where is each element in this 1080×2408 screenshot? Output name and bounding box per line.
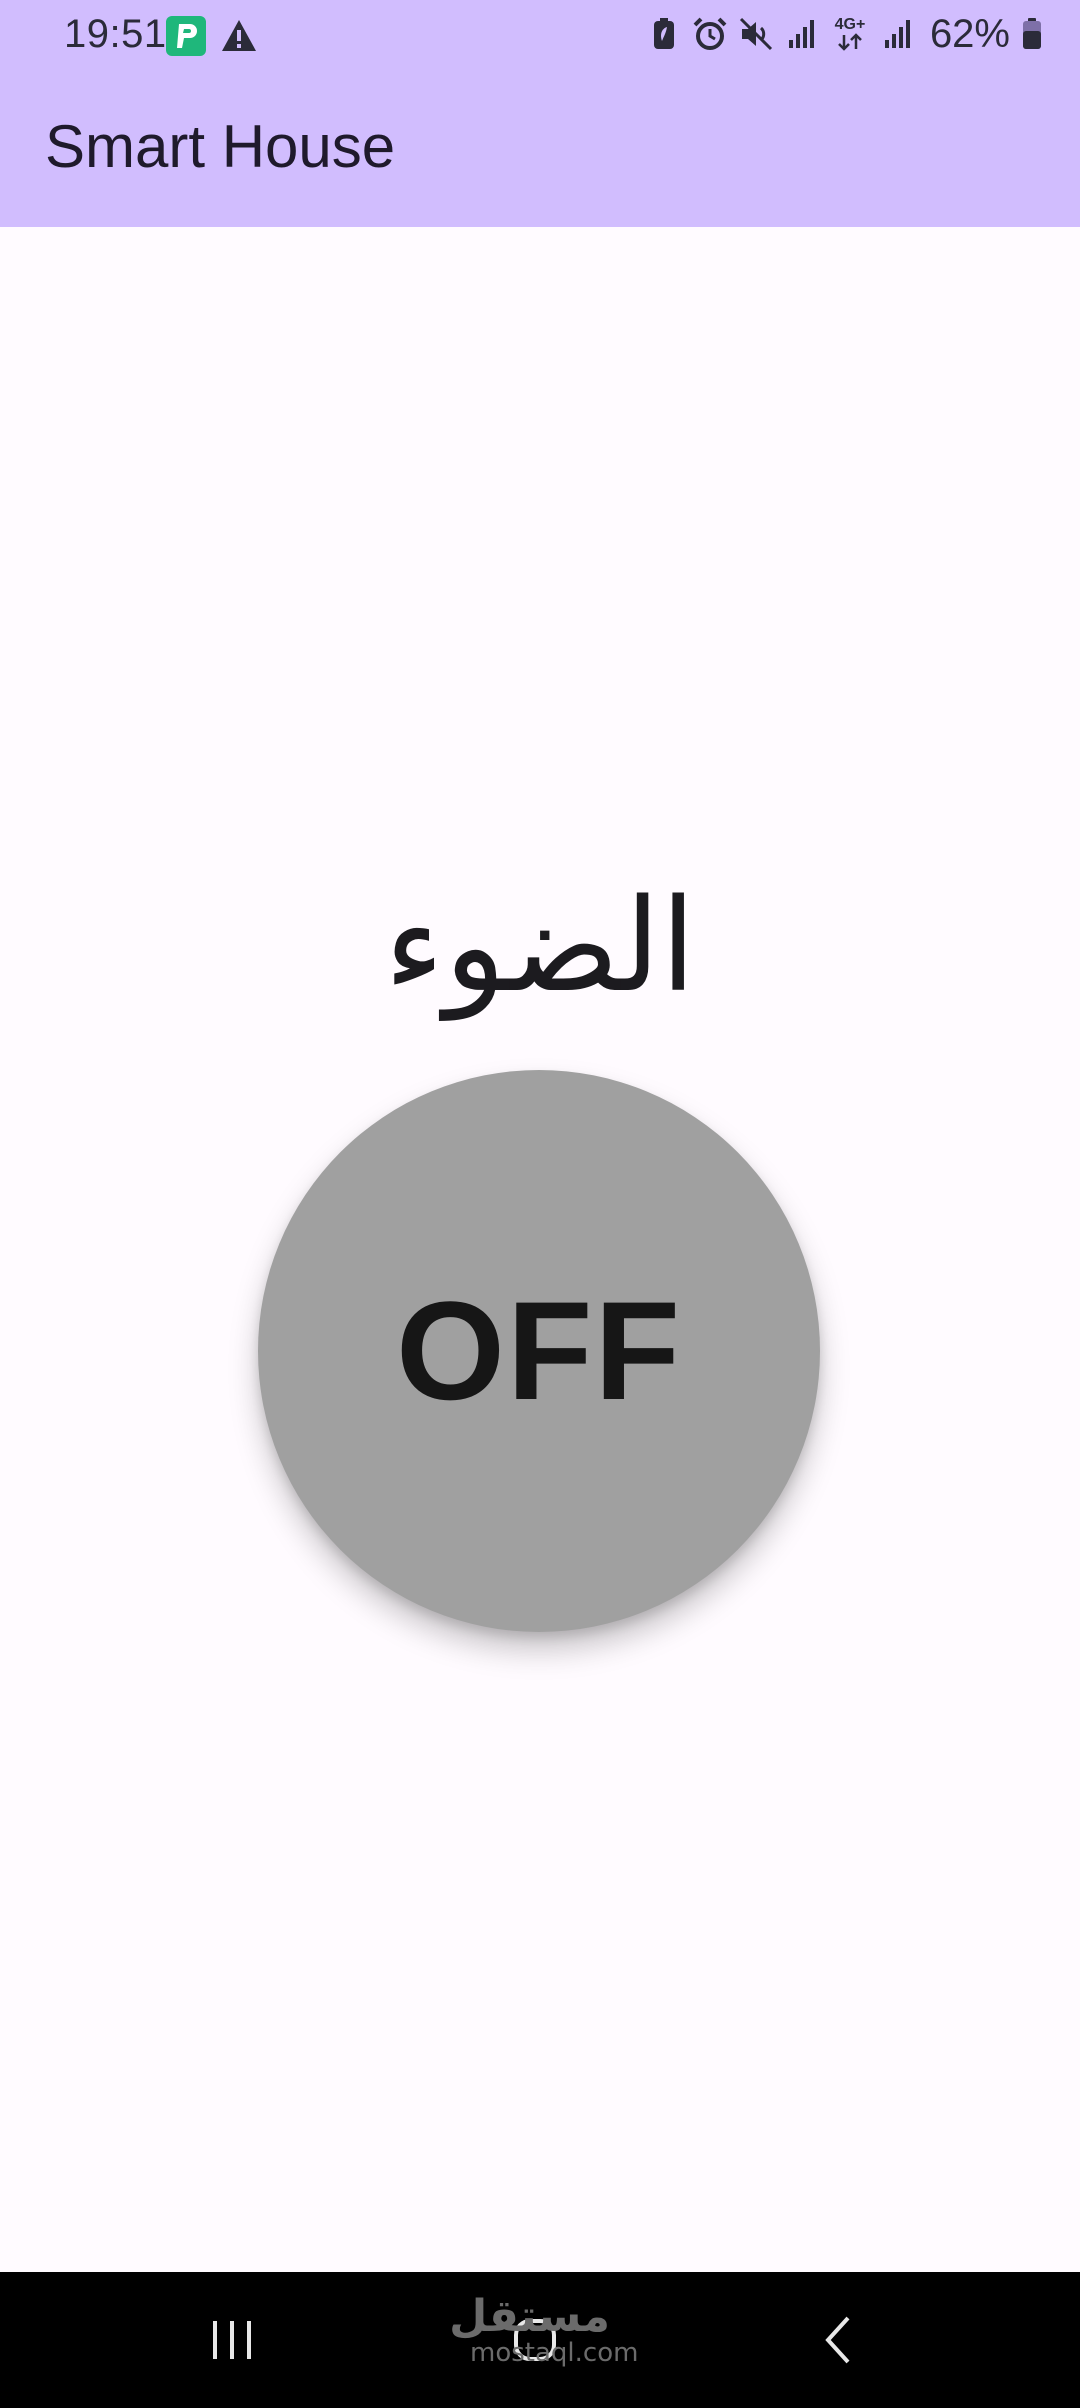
back-icon — [825, 2316, 850, 2364]
signal-icon — [784, 16, 820, 52]
network-4g-icon: 4G+ — [830, 16, 870, 52]
recents-icon — [213, 2321, 251, 2359]
battery-icon — [1020, 16, 1044, 52]
battery-saver-icon — [646, 16, 682, 52]
watermark-arabic: مستقل — [449, 2291, 610, 2342]
mute-icon — [738, 16, 774, 52]
watermark-latin: mostaql.com — [470, 2338, 639, 2368]
status-time: 19:51 — [64, 12, 167, 56]
navigation-bar: مستقل mostaql.com — [0, 2272, 1080, 2408]
app-title: Smart House — [45, 113, 396, 180]
back-button[interactable] — [778, 2272, 898, 2408]
phone-screen: 19:51 4G+ 62% Smart House الضوء OFF مستق… — [0, 0, 1080, 2408]
status-left-icons — [166, 16, 258, 56]
signal-icon — [880, 16, 916, 52]
device-label: الضوء — [384, 872, 696, 1021]
app-bar: Smart House — [0, 70, 1080, 227]
main-content: الضوء OFF — [0, 227, 1080, 2272]
recents-button[interactable] — [172, 2272, 292, 2408]
status-right-icons: 4G+ 62% — [646, 12, 1044, 56]
battery-percent: 62% — [929, 11, 1010, 56]
watermark: مستقل mostaql.com — [449, 2291, 639, 2368]
status-bar: 19:51 4G+ 62% — [0, 0, 1080, 70]
alarm-icon — [692, 16, 728, 52]
network-label: 4G+ — [834, 16, 866, 33]
light-toggle-button[interactable]: OFF — [258, 1070, 820, 1632]
warning-icon — [220, 17, 258, 55]
app-p-icon — [166, 16, 206, 56]
toggle-state-label: OFF — [396, 1272, 682, 1429]
